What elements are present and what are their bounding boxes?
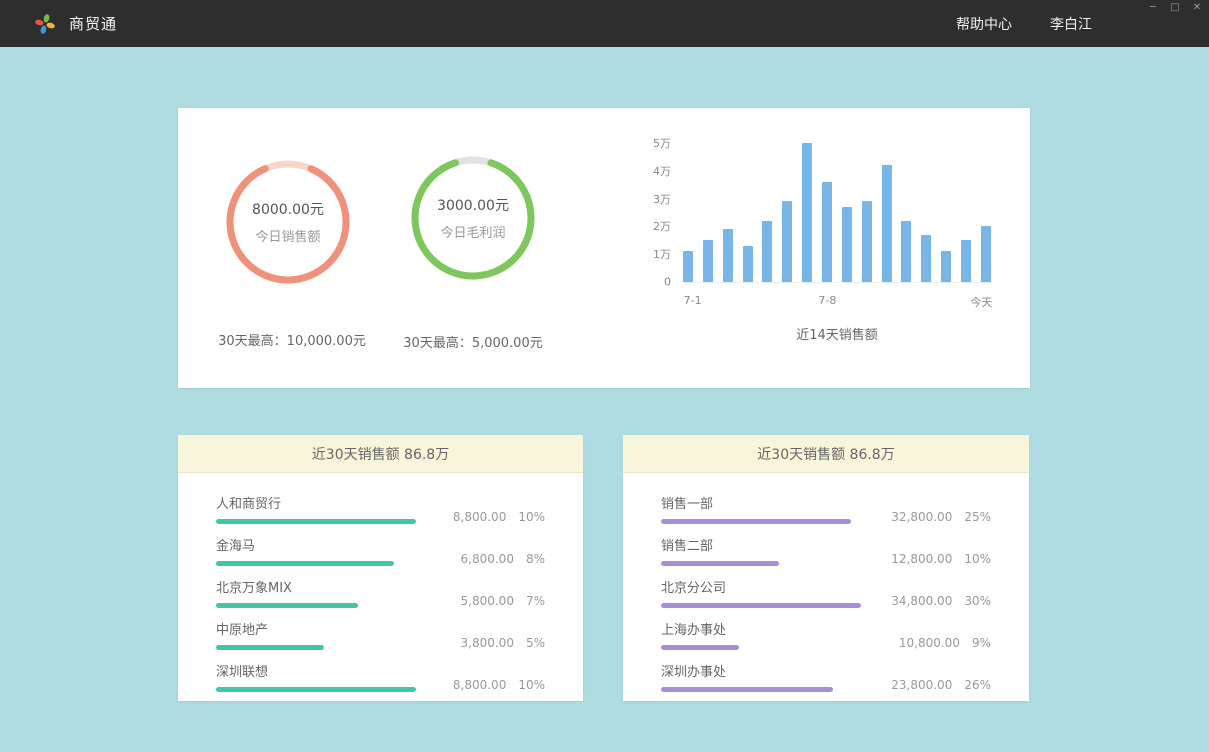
- ranking-title: 近30天销售额 86.8万: [623, 435, 1029, 473]
- y-tick-label: 0: [664, 276, 671, 289]
- ranking-row-bar: [216, 561, 394, 566]
- x-tick-label: 7-8: [818, 294, 836, 307]
- ranking-row-label: 北京分公司: [661, 577, 861, 596]
- ranking-row-value: 3,800.005%: [461, 636, 545, 650]
- ranking-row-bar: [216, 687, 416, 692]
- y-tick-label: 3万: [653, 191, 671, 207]
- bar: [981, 226, 991, 282]
- sales-14day-bar-chart: 5万4万3万2万1万0 7-17-8今天 近14天销售额: [683, 143, 991, 283]
- customer-ranking-card: 近30天销售额 86.8万 人和商贸行 8,800.0010% 金海马 6,800.0…: [178, 435, 583, 701]
- ranking-row-value: 34,800.0030%: [891, 594, 991, 608]
- ranking-row-value: 10,800.009%: [899, 636, 991, 650]
- y-tick-label: 2万: [653, 218, 671, 234]
- today-sales-label: 今日销售额: [255, 226, 320, 245]
- ranking-row-bar: [216, 645, 324, 650]
- x-tick-label: 7-1: [684, 294, 702, 307]
- ranking-title: 近30天销售额 86.8万: [178, 435, 583, 473]
- today-profit-donut: 3000.00元 今日毛利润: [408, 153, 538, 283]
- window-controls: ─ □ ✕: [1147, 2, 1203, 14]
- ranking-row-label: 深圳联想: [216, 661, 416, 680]
- sales-30day-max: 30天最高：10,000.00元: [218, 330, 366, 349]
- ranking-row: 中原地产 3,800.005%: [216, 619, 545, 650]
- ranking-body: 人和商贸行 8,800.0010% 金海马 6,800.008% 北京万象MIX 5,80…: [178, 473, 583, 692]
- x-axis: 7-1 7-8 今天: [683, 294, 991, 310]
- bar: [822, 182, 832, 282]
- ranking-row-label: 金海马: [216, 535, 416, 554]
- ranking-row-value: 6,800.008%: [461, 552, 545, 566]
- ranking-row-label: 销售二部: [661, 535, 861, 554]
- ranking-row-label: 深圳办事处: [661, 661, 861, 680]
- bar: [762, 221, 772, 282]
- app-logo-icon: [34, 13, 56, 35]
- ranking-row-value: 8,800.0010%: [453, 678, 545, 692]
- summary-card: 8000.00元 今日销售额 30天最高：10,000.00元 3000.00元…: [178, 108, 1030, 388]
- titlebar: 商贸通 帮助中心 李白江 ─ □ ✕: [0, 0, 1209, 47]
- ranking-row-label: 销售一部: [661, 493, 861, 512]
- bar-plot: [683, 143, 991, 282]
- y-axis: 5万4万3万2万1万0: [639, 143, 671, 282]
- username-menu[interactable]: 李白江: [1050, 14, 1092, 34]
- maximize-icon[interactable]: □: [1169, 2, 1181, 14]
- profit-30day-max: 30天最高：5,000.00元: [403, 332, 542, 351]
- ranking-row-label: 上海办事处: [661, 619, 861, 638]
- ranking-row: 深圳联想 8,800.0010%: [216, 661, 545, 692]
- bar: [961, 240, 971, 282]
- app-title: 商贸通: [69, 13, 117, 34]
- ranking-row-bar: [661, 561, 779, 566]
- bar: [921, 235, 931, 282]
- bar: [862, 201, 872, 282]
- close-icon[interactable]: ✕: [1191, 2, 1203, 14]
- ranking-row: 销售二部 12,800.0010%: [661, 535, 991, 566]
- ranking-row-value: 12,800.0010%: [891, 552, 991, 566]
- ranking-row-value: 23,800.0026%: [891, 678, 991, 692]
- ranking-row-value: 5,800.007%: [461, 594, 545, 608]
- ranking-row-label: 人和商贸行: [216, 493, 416, 512]
- bar: [901, 221, 911, 282]
- ranking-row: 人和商贸行 8,800.0010%: [216, 493, 545, 524]
- today-profit-label: 今日毛利润: [440, 222, 505, 241]
- ranking-row-value: 8,800.0010%: [453, 510, 545, 524]
- bar: [882, 165, 892, 282]
- department-ranking-card: 近30天销售额 86.8万 销售一部 32,800.0025% 销售二部 12,800…: [623, 435, 1029, 701]
- app-window: 商贸通 帮助中心 李白江 ─ □ ✕ 8000.00元 今日销售额 30天最高：…: [0, 0, 1209, 752]
- ranking-body: 销售一部 32,800.0025% 销售二部 12,800.0010% 北京分公司 34,…: [623, 473, 1029, 692]
- ranking-row-bar: [216, 603, 358, 608]
- chart-caption: 近14天销售额: [796, 324, 878, 343]
- ranking-row: 上海办事处 10,800.009%: [661, 619, 991, 650]
- x-tick-label: 今天: [970, 294, 992, 310]
- help-center-link[interactable]: 帮助中心: [956, 14, 1012, 34]
- today-profit-value: 3000.00元: [437, 195, 509, 215]
- bar: [683, 251, 693, 282]
- today-sales-value: 8000.00元: [252, 199, 324, 219]
- bar: [941, 251, 951, 282]
- minimize-icon[interactable]: ─: [1147, 2, 1159, 14]
- ranking-row-bar: [661, 603, 861, 608]
- ranking-row-value: 32,800.0025%: [891, 510, 991, 524]
- ranking-row: 北京万象MIX 5,800.007%: [216, 577, 545, 608]
- ranking-row: 深圳办事处 23,800.0026%: [661, 661, 991, 692]
- ranking-row: 销售一部 32,800.0025%: [661, 493, 991, 524]
- bar: [743, 246, 753, 282]
- bar: [703, 240, 713, 282]
- y-tick-label: 1万: [653, 246, 671, 262]
- bar: [723, 229, 733, 282]
- ranking-row: 北京分公司 34,800.0030%: [661, 577, 991, 608]
- ranking-row-label: 中原地产: [216, 619, 416, 638]
- ranking-row-bar: [661, 687, 833, 692]
- y-tick-label: 4万: [653, 163, 671, 179]
- bar: [782, 201, 792, 282]
- y-tick-label: 5万: [653, 135, 671, 151]
- ranking-row-bar: [216, 519, 416, 524]
- ranking-row: 金海马 6,800.008%: [216, 535, 545, 566]
- ranking-row-label: 北京万象MIX: [216, 577, 416, 596]
- ranking-row-bar: [661, 645, 739, 650]
- bar: [842, 207, 852, 282]
- today-sales-donut: 8000.00元 今日销售额: [223, 157, 353, 287]
- ranking-row-bar: [661, 519, 851, 524]
- bar: [802, 143, 812, 282]
